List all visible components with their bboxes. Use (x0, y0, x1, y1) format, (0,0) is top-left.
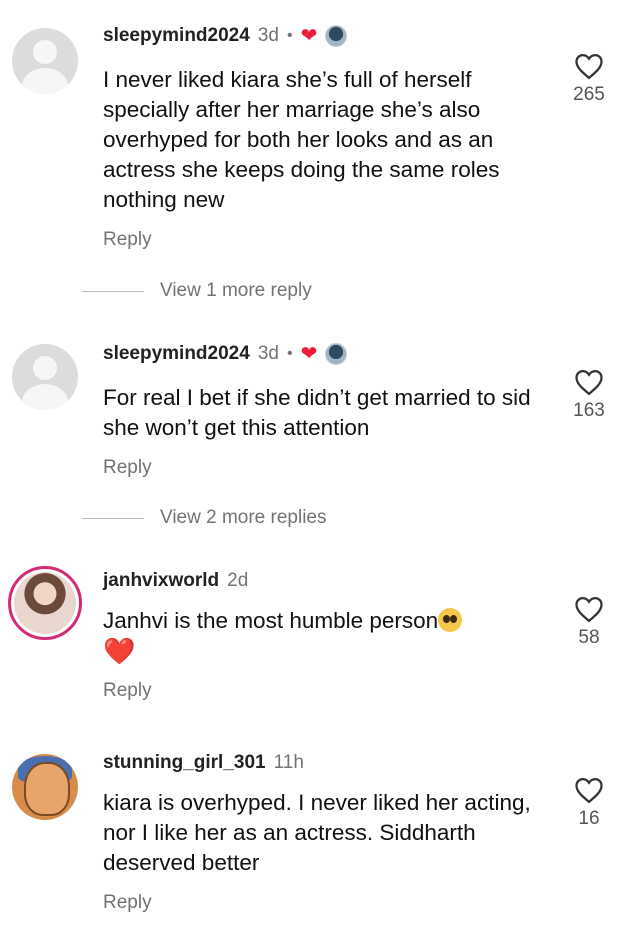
heart-outline-icon[interactable] (574, 368, 604, 396)
comment-meta: sleepymind2024 3d • ❤ (103, 25, 348, 47)
view-more-label[interactable]: View 1 more reply (160, 280, 312, 302)
view-more-replies[interactable]: View 2 more replies (82, 507, 327, 529)
comment-text: For real I bet if she didn’t get married… (103, 385, 531, 440)
like-count: 163 (573, 400, 605, 421)
view-more-label[interactable]: View 2 more replies (160, 507, 327, 529)
user-avatar[interactable] (8, 566, 82, 640)
timestamp: 2d (227, 570, 249, 591)
like-control[interactable]: 16 (560, 776, 618, 830)
comment-meta: janhvixworld 2d (103, 570, 248, 592)
timestamp: 3d (257, 25, 279, 46)
like-control[interactable]: 163 (560, 368, 618, 422)
avatar-body-shape (22, 68, 68, 94)
reply-button[interactable]: Reply (103, 680, 152, 702)
comment-text: I never liked kiara she’s full of hersel… (103, 67, 500, 212)
user-avatar[interactable] (12, 754, 78, 820)
like-control[interactable]: 58 (560, 595, 618, 649)
username[interactable]: sleepymind2024 (103, 343, 250, 365)
divider-line (82, 517, 144, 519)
comment-meta: stunning_girl_301 11h (103, 752, 304, 774)
like-count: 58 (578, 627, 600, 648)
heart-outline-icon[interactable] (574, 776, 604, 804)
like-count: 16 (578, 808, 600, 829)
heart-outline-icon[interactable] (574, 595, 604, 623)
comment-text: Janhvi is the most humble person ❤️ (103, 606, 543, 668)
avatar-photo (14, 572, 76, 634)
timestamp: 3d (257, 343, 279, 364)
username[interactable]: janhvixworld (103, 570, 219, 592)
creator-avatar-icon (325, 25, 348, 47)
divider-line (82, 290, 144, 292)
red-heart-emoji-icon: ❤️ (103, 636, 136, 666)
avatar-head-shape (33, 356, 57, 380)
creator-avatar-icon (325, 343, 348, 365)
creator-liked-heart-icon: ❤ (300, 343, 318, 365)
username[interactable]: sleepymind2024 (103, 25, 250, 47)
avatar-face-shape (24, 762, 70, 816)
user-avatar[interactable] (12, 344, 78, 410)
timestamp: 11h (273, 752, 304, 773)
user-avatar[interactable] (12, 28, 78, 94)
avatar-head-shape (33, 40, 57, 64)
heart-outline-icon[interactable] (574, 52, 604, 80)
like-count: 265 (573, 84, 605, 105)
username[interactable]: stunning_girl_301 (103, 752, 266, 774)
creator-liked-heart-icon: ❤ (300, 25, 318, 47)
reply-button[interactable]: Reply (103, 892, 152, 914)
separator-dot: • (286, 345, 293, 362)
pleading-face-emoji-icon (438, 608, 463, 632)
comment-text-body: Janhvi is the most humble person (103, 608, 439, 633)
reply-button[interactable]: Reply (103, 229, 152, 251)
avatar-body-shape (22, 384, 68, 410)
comment-text: kiara is overhyped. I never liked her ac… (103, 790, 531, 875)
reply-button[interactable]: Reply (103, 457, 152, 479)
view-more-replies[interactable]: View 1 more reply (82, 280, 312, 302)
comment-meta: sleepymind2024 3d • ❤ (103, 343, 348, 365)
like-control[interactable]: 265 (560, 52, 618, 106)
separator-dot: • (286, 27, 293, 44)
